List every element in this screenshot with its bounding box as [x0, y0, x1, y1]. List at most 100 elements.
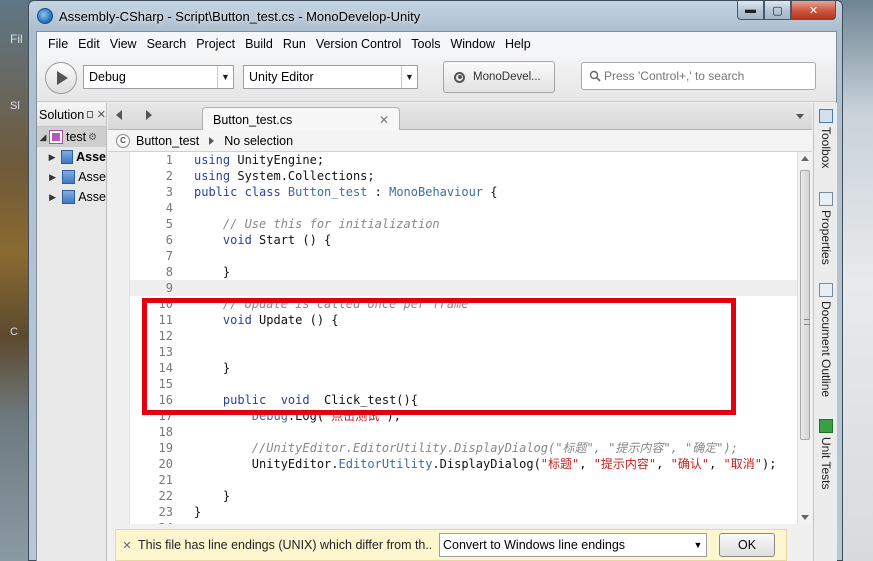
- close-icon[interactable]: ✕: [97, 108, 106, 121]
- code-line[interactable]: 22 }: [130, 488, 797, 504]
- maximize-button[interactable]: ▢: [764, 1, 791, 20]
- collapsed-icon[interactable]: ▶: [47, 192, 58, 203]
- navigate-back-icon[interactable]: [116, 110, 122, 120]
- run-button[interactable]: [45, 62, 77, 94]
- solution-root-row[interactable]: ◢ test ⚙: [37, 127, 106, 147]
- line-number: 6: [165, 233, 173, 247]
- menu-version-control[interactable]: Version Control: [311, 37, 406, 51]
- project-row[interactable]: ▶ Asse: [37, 147, 106, 167]
- navigate-forward-icon[interactable]: [146, 110, 152, 120]
- code-token: void: [194, 233, 252, 247]
- line-number: 7: [165, 249, 173, 263]
- scroll-down-icon[interactable]: [801, 515, 809, 520]
- background-label: Fil: [10, 32, 23, 46]
- project-row[interactable]: ▶ Asse: [37, 187, 106, 207]
- main-toolbar: Debug ▼ Unity Editor ▼ MonoDevel...: [37, 56, 836, 102]
- menu-search[interactable]: Search: [142, 37, 192, 51]
- ok-button[interactable]: OK: [719, 533, 775, 557]
- line-number: 1: [165, 153, 173, 167]
- dock-label: Toolbox: [819, 127, 833, 169]
- solution-pad-title: Solution: [39, 107, 85, 122]
- menu-file[interactable]: File: [43, 37, 73, 51]
- tab-list-icon[interactable]: [796, 114, 804, 119]
- line-number: 21: [158, 473, 173, 487]
- project-row[interactable]: ▶ Asse: [37, 167, 106, 187]
- dock-toolbox[interactable]: Toolbox: [814, 109, 838, 168]
- chevron-down-icon: ▼: [217, 66, 233, 88]
- code-token: }: [194, 505, 202, 519]
- code-line[interactable]: 23}: [130, 504, 797, 520]
- line-endings-select[interactable]: Convert to Windows line endings ▼: [439, 533, 707, 557]
- menu-build[interactable]: Build: [240, 37, 278, 51]
- line-endings-infobar: ✕ This file has line endings (UNIX) whic…: [115, 529, 787, 561]
- code-line[interactable]: 21: [130, 472, 797, 488]
- close-tab-icon[interactable]: ✕: [379, 113, 389, 127]
- code-line[interactable]: 7: [130, 248, 797, 264]
- code-token: MonoBehaviour: [389, 185, 484, 199]
- code-line[interactable]: 3 public class Button_test : MonoBehaviou…: [130, 184, 797, 200]
- expand-icon[interactable]: ◢: [37, 132, 49, 143]
- code-line[interactable]: 24: [130, 520, 797, 524]
- background-left: Fil Sl C: [0, 0, 30, 561]
- scroll-up-icon[interactable]: [801, 156, 809, 161]
- code-line[interactable]: 9: [130, 280, 797, 296]
- code-token: ,: [709, 457, 724, 471]
- line-number: 23: [158, 505, 173, 519]
- search-input[interactable]: [604, 69, 804, 83]
- menu-tools[interactable]: Tools: [406, 37, 445, 51]
- line-number: 24: [130, 520, 175, 524]
- close-button[interactable]: ✕: [791, 1, 836, 20]
- gear-icon[interactable]: ⚙: [88, 132, 97, 143]
- breadcrumb-class[interactable]: Button_test: [136, 134, 199, 148]
- code-line[interactable]: 19 //UnityEditor.EditorUtility.DisplayDi…: [130, 440, 797, 456]
- code-line[interactable]: 2 using System.Collections;: [130, 168, 797, 184]
- code-token: "确认": [670, 457, 710, 471]
- menu-help[interactable]: Help: [500, 37, 536, 51]
- menu-run[interactable]: Run: [278, 37, 311, 51]
- title-bar[interactable]: Assembly-CSharp - Script\Button_test.cs …: [29, 1, 842, 31]
- dock-icon[interactable]: [87, 111, 93, 118]
- search-box[interactable]: [581, 62, 816, 90]
- menu-window[interactable]: Window: [445, 37, 499, 51]
- tab-label: Button_test.cs: [213, 112, 293, 127]
- collapsed-icon[interactable]: ▶: [47, 172, 58, 183]
- tab-button-test-cs[interactable]: Button_test.cs ✕: [202, 107, 400, 131]
- code-line[interactable]: 6 void Start () {: [130, 232, 797, 248]
- editor-scrollbar[interactable]: [797, 152, 812, 524]
- minimize-button[interactable]: ▬: [737, 1, 764, 20]
- line-number: 4: [165, 201, 173, 215]
- dock-document-outline[interactable]: Document Outline: [814, 283, 838, 397]
- line-number: 2: [165, 169, 173, 183]
- menu-view[interactable]: View: [105, 37, 142, 51]
- status-button[interactable]: MonoDevel...: [443, 61, 555, 93]
- dock-label: Properties: [819, 210, 833, 265]
- collapsed-icon[interactable]: ▶: [47, 152, 57, 163]
- document-outline-icon: [819, 283, 833, 297]
- configuration-select[interactable]: Debug ▼: [83, 65, 234, 89]
- code-token: //UnityEditor.EditorUtility.DisplayDialo…: [194, 441, 738, 455]
- solution-root-label: test: [66, 130, 87, 144]
- status-label: MonoDevel...: [473, 71, 541, 83]
- code-line[interactable]: 1 using UnityEngine;: [130, 152, 797, 168]
- solution-pad-header: Solution ✕: [37, 103, 106, 127]
- line-number: 22: [158, 489, 173, 503]
- code-line[interactable]: 5 // Use this for initialization: [130, 216, 797, 232]
- breadcrumb-member[interactable]: No selection: [224, 134, 293, 148]
- target-select[interactable]: Unity Editor ▼: [243, 65, 418, 89]
- document-tab-bar: Button_test.cs ✕: [108, 103, 812, 131]
- line-number: 5: [165, 217, 173, 231]
- menu-edit[interactable]: Edit: [73, 37, 105, 51]
- code-line[interactable]: 4: [130, 200, 797, 216]
- scrollbar-thumb[interactable]: [800, 170, 810, 440]
- highlight-annotation: [142, 298, 736, 415]
- infobar-message: This file has line endings (UNIX) which …: [138, 538, 431, 552]
- code-line[interactable]: 8 }: [130, 264, 797, 280]
- code-line[interactable]: 20 UnityEditor.EditorUtility.DisplayDial…: [130, 456, 797, 472]
- dock-properties[interactable]: Properties: [814, 192, 838, 265]
- solution-pad: Solution ✕ ◢ test ⚙ ▶ Asse ▶ Asse ▶ Asse: [37, 103, 107, 561]
- dock-unit-tests[interactable]: Unit Tests: [814, 419, 838, 489]
- menu-project[interactable]: Project: [191, 37, 240, 51]
- line-number: 8: [165, 265, 173, 279]
- dismiss-icon[interactable]: ✕: [116, 539, 138, 552]
- code-line[interactable]: 18: [130, 424, 797, 440]
